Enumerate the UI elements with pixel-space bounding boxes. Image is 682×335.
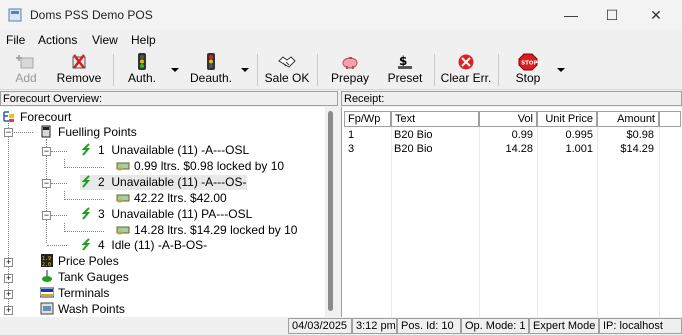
fuel-nozzle-icon	[81, 238, 91, 251]
forecourt-overview-header: Forecourt Overview:	[0, 91, 338, 106]
card-terminal-icon	[40, 287, 54, 298]
fuel-nozzle-icon	[81, 175, 91, 188]
forecourt-icon	[3, 111, 14, 122]
auth-dropdown-arrow[interactable]	[171, 68, 179, 72]
money-icon	[116, 194, 130, 203]
tree-forecourt-root[interactable]: Forecourt	[2, 110, 71, 125]
close-button[interactable]: ✕	[641, 5, 671, 25]
collapse-fp-3[interactable]: −	[42, 211, 51, 220]
row-vol: 14.28	[505, 143, 533, 155]
status-time: 3:12 pm	[352, 318, 397, 334]
handshake-icon	[278, 56, 296, 68]
tank-gauge-icon	[42, 270, 52, 282]
clear-error-button[interactable]: Clear Err.	[440, 51, 492, 89]
menu-view[interactable]: View	[92, 33, 118, 47]
title-bar: Doms PSS Demo POS — ☐ ✕	[0, 0, 682, 30]
traffic-light-icon	[138, 53, 146, 70]
col-vol[interactable]: Vol	[479, 111, 537, 127]
menu-actions[interactable]: Actions	[38, 33, 77, 47]
auth-button[interactable]: Auth.	[121, 51, 163, 89]
traffic-light-red-icon	[207, 53, 215, 70]
tree-scrollbar[interactable]	[325, 107, 337, 317]
menu-help[interactable]: Help	[131, 33, 156, 47]
menu-file[interactable]: File	[6, 33, 25, 47]
menu-bar: File Actions View Help	[0, 30, 682, 50]
fuel-pump-icon	[41, 125, 51, 138]
window-title: Doms PSS Demo POS	[30, 8, 153, 22]
col-fp-wp[interactable]: Fp/Wp	[344, 111, 391, 127]
row-text: B20 Bio	[394, 129, 433, 141]
row-amount: $0.98	[626, 129, 654, 141]
preset-button[interactable]: $ Preset	[383, 51, 427, 89]
row-unit-price: 1.001	[565, 143, 593, 155]
svg-text:STOP: STOP	[521, 61, 537, 67]
prepay-button[interactable]: Prepay	[328, 51, 372, 89]
expand-tank-gauges[interactable]: +	[4, 274, 13, 283]
tree-tank-gauges[interactable]: Tank Gauges	[40, 270, 129, 285]
col-amount[interactable]: Amount	[597, 111, 659, 127]
row-fp: 3	[348, 143, 355, 155]
svg-text:$: $	[399, 54, 407, 68]
stop-sign-icon: STOP	[518, 53, 538, 71]
add-button[interactable]: Add	[8, 51, 44, 89]
piggy-bank-icon	[342, 57, 358, 69]
stop-dropdown-arrow[interactable]	[557, 68, 565, 72]
tree-fp-3-sale[interactable]: 14.28 ltrs. $14.29 locked by 10	[116, 223, 297, 238]
tree-fp-4[interactable]: 4 Idle (11) -A-B-OS-	[80, 238, 207, 253]
tree-terminals[interactable]: Terminals	[40, 286, 109, 301]
forecourt-tree[interactable]: Forecourt − Fuelling Points − 1 Unavaila…	[0, 107, 325, 317]
money-icon	[116, 226, 130, 235]
remove-button[interactable]: Remove	[52, 51, 106, 89]
row-vol: 0.99	[511, 129, 533, 141]
receipt-list[interactable]: Fp/Wp Text Vol Unit Price Amount 1 B20 B…	[341, 107, 682, 317]
row-unit-price: 0.995	[565, 129, 593, 141]
receipt-header: Receipt:	[341, 91, 682, 106]
toolbar: Add Remove Auth. Deauth. Sale OK Prepay …	[0, 51, 682, 90]
collapse-fp-2[interactable]: −	[42, 179, 51, 188]
fuel-nozzle-icon	[81, 207, 91, 220]
sale-ok-button[interactable]: Sale OK	[264, 51, 310, 89]
remove-icon	[72, 54, 86, 69]
tree-price-poles[interactable]: 1.9 2.0 Price Poles	[40, 254, 119, 269]
collapse-fp-1[interactable]: −	[42, 147, 51, 156]
col-unit-price[interactable]: Unit Price	[537, 111, 597, 127]
expand-price-poles[interactable]: +	[4, 258, 13, 267]
row-fp: 1	[348, 129, 355, 141]
expand-terminals[interactable]: +	[4, 290, 13, 299]
fuel-nozzle-icon	[81, 143, 91, 156]
scroll-thumb[interactable]	[328, 111, 333, 311]
car-wash-icon	[40, 302, 54, 315]
status-bar: 04/03/2025 3:12 pm Pos. Id: 10 Op. Mode:…	[0, 317, 682, 335]
status-op-mode: Op. Mode: 1	[461, 318, 529, 334]
app-icon	[8, 8, 22, 22]
clear-error-icon	[458, 54, 474, 70]
money-icon	[116, 162, 130, 171]
minimize-button[interactable]: —	[556, 5, 586, 25]
tree-fp-1-sale[interactable]: 0.99 ltrs. $0.98 locked by 10	[116, 159, 284, 174]
price-pole-icon: 1.92.0	[41, 254, 53, 267]
preset-dollar-icon: $	[398, 54, 412, 69]
deauth-button[interactable]: Deauth.	[186, 51, 236, 89]
tree-fp-2[interactable]: 2 Unavailable (11) -A---OS-	[80, 175, 247, 190]
tree-wash-points[interactable]: Wash Points	[40, 302, 125, 317]
status-pos-id: Pos. Id: 10	[397, 318, 461, 334]
col-text[interactable]: Text	[391, 111, 479, 127]
add-icon	[16, 55, 34, 69]
status-mode: Expert Mode	[529, 318, 599, 334]
tree-fp-1[interactable]: 1 Unavailable (11) -A---OSL	[80, 143, 249, 158]
tree-fp-3[interactable]: 3 Unavailable (11) PA---OSL	[80, 207, 252, 222]
tree-fuelling-points[interactable]: Fuelling Points	[40, 125, 137, 140]
row-amount: $14.29	[620, 143, 654, 155]
expand-wash-points[interactable]: +	[4, 306, 13, 315]
deauth-dropdown-arrow[interactable]	[241, 68, 249, 72]
collapse-fuelling-points[interactable]: −	[4, 128, 13, 137]
status-date: 04/03/2025	[288, 318, 352, 334]
stop-button[interactable]: STOP Stop	[507, 51, 549, 89]
tree-fp-2-sale[interactable]: 42.22 ltrs. $42.00	[116, 191, 227, 206]
svg-text:2.0: 2.0	[42, 262, 51, 267]
row-text: B20 Bio	[394, 143, 433, 155]
status-ip: IP: localhost	[599, 318, 682, 334]
maximize-button[interactable]: ☐	[597, 5, 627, 25]
